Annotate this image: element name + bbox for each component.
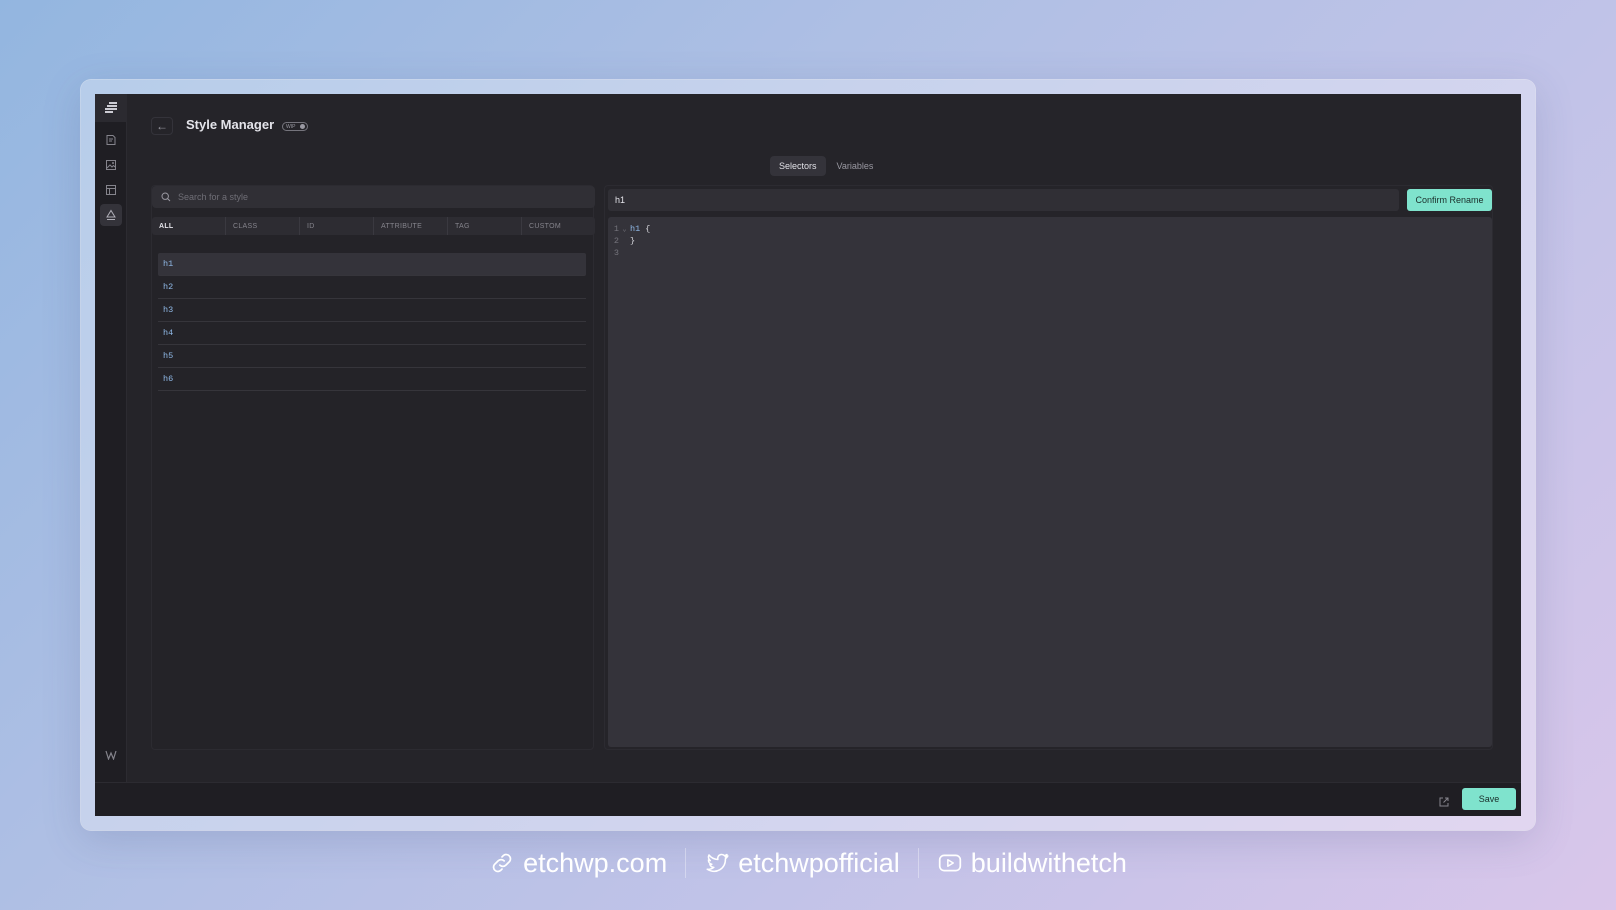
templates-icon[interactable]: [100, 179, 122, 201]
confirm-rename-button[interactable]: Confirm Rename: [1407, 189, 1492, 211]
page-title: Style Manager: [186, 117, 275, 132]
twitter-text: etchwpofficial: [738, 847, 900, 878]
selector-list-panel: ALL CLASS ID ATTRIBUTE TAG CUSTOM h1 h2 …: [151, 185, 595, 750]
wip-badge: WIP: [282, 122, 308, 131]
tab-variables[interactable]: Variables: [828, 156, 883, 176]
filter-all[interactable]: ALL: [152, 217, 226, 235]
line-number: 3: [613, 248, 619, 258]
etch-logo-icon[interactable]: [95, 94, 127, 122]
search-box: [152, 186, 595, 208]
style-list: h1 h2 h3 h4 h5 h6: [158, 253, 586, 391]
style-editor-panel: Confirm Rename 1 ⌄ h1 { 2 } 3: [604, 185, 1493, 750]
popout-icon[interactable]: [1438, 795, 1450, 807]
code-editor[interactable]: 1 ⌄ h1 { 2 } 3: [608, 217, 1492, 747]
save-button[interactable]: Save: [1462, 788, 1516, 810]
website-text: etchwp.com: [523, 847, 668, 878]
code-line: 3: [608, 247, 1492, 259]
bottom-bar: [95, 782, 1521, 816]
pages-icon[interactable]: [100, 129, 122, 151]
search-input[interactable]: [178, 192, 578, 202]
style-item-h4[interactable]: h4: [158, 322, 586, 345]
youtube-text: buildwithetch: [970, 847, 1127, 878]
wordpress-icon[interactable]: [100, 744, 122, 766]
code-line: 1 ⌄ h1 {: [608, 223, 1492, 235]
line-number: 2: [613, 236, 619, 246]
style-manager-icon[interactable]: [100, 204, 122, 226]
icon-rail: [95, 94, 127, 782]
youtube-link[interactable]: buildwithetch: [919, 848, 1145, 879]
fold-chevron-icon[interactable]: ⌄: [619, 225, 630, 234]
search-icon: [161, 192, 171, 202]
line-number: 1: [613, 224, 619, 234]
style-item-h3[interactable]: h3: [158, 299, 586, 322]
youtube-icon: [938, 854, 961, 872]
twitter-link[interactable]: etchwpofficial: [686, 848, 918, 879]
selector-name-input[interactable]: [608, 189, 1399, 211]
media-icon[interactable]: [100, 154, 122, 176]
back-button[interactable]: ←: [151, 117, 173, 135]
website-link[interactable]: etchwp.com: [471, 848, 685, 879]
type-filter-bar: ALL CLASS ID ATTRIBUTE TAG CUSTOM: [152, 217, 595, 235]
filter-tag[interactable]: TAG: [448, 217, 522, 235]
filter-id[interactable]: ID: [300, 217, 374, 235]
app-window: ← Style Manager WIP Selectors Variables …: [95, 94, 1521, 816]
code-brace: {: [645, 224, 651, 234]
style-item-h1[interactable]: h1: [158, 253, 586, 276]
style-item-h6[interactable]: h6: [158, 368, 586, 391]
tab-bar: Selectors Variables: [770, 156, 882, 176]
link-icon: [492, 853, 512, 873]
style-item-h5[interactable]: h5: [158, 345, 586, 368]
filter-custom[interactable]: CUSTOM: [522, 217, 595, 235]
filter-class[interactable]: CLASS: [226, 217, 300, 235]
code-selector: h1: [630, 224, 641, 234]
filter-attribute[interactable]: ATTRIBUTE: [374, 217, 448, 235]
tab-selectors[interactable]: Selectors: [770, 156, 826, 176]
code-line: 2 }: [608, 235, 1492, 247]
style-item-h2[interactable]: h2: [158, 276, 586, 299]
twitter-icon: [706, 853, 729, 873]
code-brace: }: [630, 236, 636, 246]
footer-links: etchwp.com etchwpofficial buildwithetch: [0, 842, 1616, 884]
